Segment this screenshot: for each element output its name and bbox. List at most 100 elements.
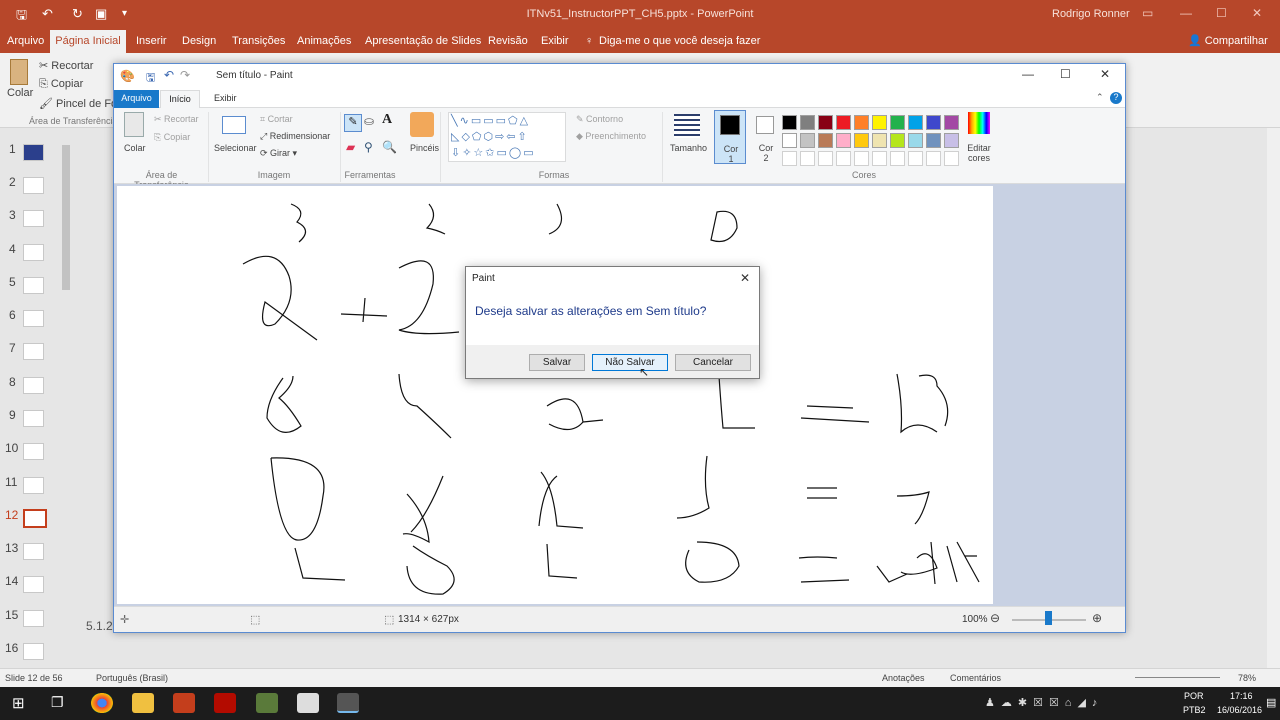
collapse-ribbon-icon[interactable]: ⌃ bbox=[1096, 92, 1104, 103]
notes-button[interactable]: Anotações bbox=[882, 673, 925, 683]
paste-icon[interactable] bbox=[124, 112, 144, 137]
copy-button[interactable]: ⎘ Copiar bbox=[154, 132, 190, 143]
close-icon[interactable]: ✕ bbox=[1252, 6, 1262, 20]
tab-transicoes[interactable]: Transições bbox=[232, 35, 285, 47]
empty-custom-color-swatch[interactable] bbox=[782, 151, 797, 166]
color-swatch[interactable] bbox=[854, 133, 869, 148]
editor-scrollbar[interactable] bbox=[1267, 128, 1280, 668]
slide-thumbnail[interactable] bbox=[23, 144, 44, 161]
slide-thumbnail[interactable] bbox=[23, 277, 44, 294]
zoom-slider-thumb[interactable] bbox=[1045, 611, 1052, 625]
color-swatch[interactable] bbox=[782, 133, 797, 148]
slide-thumbnail[interactable] bbox=[23, 576, 44, 593]
brush-icon[interactable] bbox=[410, 112, 434, 137]
paste-label[interactable]: Colar bbox=[7, 87, 33, 99]
color-swatch[interactable] bbox=[908, 115, 923, 130]
slide-thumbnail[interactable] bbox=[23, 610, 44, 627]
empty-custom-color-swatch[interactable] bbox=[854, 151, 869, 166]
paste-label[interactable]: Colar bbox=[124, 143, 146, 153]
color-swatch[interactable] bbox=[908, 133, 923, 148]
color-swatch[interactable] bbox=[836, 133, 851, 148]
maximize-icon[interactable]: ☐ bbox=[1216, 6, 1227, 20]
select-label[interactable]: Selecionar bbox=[214, 143, 257, 153]
color-swatch[interactable] bbox=[926, 115, 941, 130]
slide-thumbnail[interactable] bbox=[23, 310, 44, 327]
zoom-slider[interactable] bbox=[1135, 677, 1220, 678]
outline-button[interactable]: ✎ Contorno bbox=[576, 114, 623, 125]
copy-button[interactable]: ⎘ Copiar bbox=[39, 78, 83, 91]
color-swatch[interactable] bbox=[818, 133, 833, 148]
cut-button[interactable]: ✂ Recortar bbox=[154, 114, 199, 125]
color-swatch[interactable] bbox=[782, 115, 797, 130]
tab-exibir[interactable]: Exibir bbox=[214, 93, 237, 103]
slide-thumbnail-active[interactable] bbox=[23, 509, 47, 528]
save-icon[interactable]: 🖫 bbox=[146, 69, 155, 88]
input-layout[interactable]: PTB2 bbox=[1183, 705, 1206, 715]
empty-custom-color-swatch[interactable] bbox=[890, 151, 905, 166]
minimize-icon[interactable]: — bbox=[1022, 67, 1034, 81]
tab-inserir[interactable]: Inserir bbox=[136, 35, 167, 47]
color-swatch[interactable] bbox=[890, 133, 905, 148]
text-icon[interactable]: A bbox=[382, 112, 392, 128]
task-view-icon[interactable]: ❐ bbox=[51, 694, 64, 711]
color-swatch[interactable] bbox=[944, 133, 959, 148]
tab-inicio[interactable]: Início bbox=[160, 90, 200, 109]
tab-pagina-inicial[interactable]: Página Inicial bbox=[50, 30, 126, 54]
maximize-icon[interactable]: ☐ bbox=[1060, 67, 1071, 81]
empty-custom-color-swatch[interactable] bbox=[926, 151, 941, 166]
brushes-label[interactable]: Pincéis bbox=[410, 143, 439, 153]
cancel-button[interactable]: Cancelar bbox=[675, 354, 751, 371]
file-explorer-icon[interactable] bbox=[132, 693, 154, 713]
tray-icons[interactable]: ♟☁✱☒☒⌂◢♪ bbox=[985, 696, 1103, 709]
tab-animacoes[interactable]: Animações bbox=[297, 35, 351, 47]
input-language[interactable]: POR bbox=[1184, 691, 1204, 701]
size-icon[interactable] bbox=[674, 114, 700, 138]
empty-custom-color-swatch[interactable] bbox=[944, 151, 959, 166]
zoom-in-icon[interactable]: ⊕ bbox=[1092, 611, 1102, 625]
cut-button[interactable]: ✂ Recortar bbox=[39, 59, 93, 72]
clock-date[interactable]: 16/06/2016 bbox=[1217, 705, 1262, 715]
paint-taskbar-icon[interactable] bbox=[337, 693, 359, 713]
color-swatch[interactable] bbox=[872, 115, 887, 130]
tell-me-box[interactable]: Diga-me o que você deseja fazer bbox=[599, 35, 760, 47]
ribbon-display-icon[interactable]: ▭ bbox=[1142, 6, 1153, 20]
powerpoint-icon[interactable] bbox=[173, 693, 195, 713]
save-button[interactable]: Salvar bbox=[529, 354, 585, 371]
minimize-icon[interactable]: — bbox=[1180, 6, 1192, 20]
color1-button[interactable]: Cor 1 bbox=[714, 110, 746, 164]
tab-exibir[interactable]: Exibir bbox=[541, 35, 569, 47]
user-name[interactable]: Rodrigo Ronner bbox=[1052, 8, 1130, 20]
color2-button[interactable]: Cor 2 bbox=[752, 110, 780, 164]
empty-custom-color-swatch[interactable] bbox=[908, 151, 923, 166]
tab-apresentacao[interactable]: Apresentação de Slides bbox=[365, 35, 481, 47]
color-swatch[interactable] bbox=[818, 115, 833, 130]
fill-button[interactable]: ◆ Preenchimento bbox=[576, 131, 646, 142]
zoom-out-icon[interactable]: ⊖ bbox=[990, 611, 1000, 625]
color-swatch[interactable] bbox=[854, 115, 869, 130]
slide-thumbnail[interactable] bbox=[23, 410, 44, 427]
color-swatch[interactable] bbox=[800, 133, 815, 148]
fill-icon[interactable]: ⛀ bbox=[364, 114, 374, 128]
language-status[interactable]: Português (Brasil) bbox=[96, 673, 168, 683]
undo-icon[interactable]: ↶ bbox=[164, 68, 174, 82]
eraser-icon[interactable]: ▰ bbox=[346, 140, 355, 154]
redo-icon[interactable]: ↷ bbox=[180, 68, 190, 82]
select-icon[interactable] bbox=[222, 116, 246, 134]
slides-scrollbar[interactable] bbox=[62, 145, 70, 290]
tab-revisao[interactable]: Revisão bbox=[488, 35, 528, 47]
slide-thumbnail[interactable] bbox=[23, 343, 44, 360]
slide-thumbnail[interactable] bbox=[23, 543, 44, 560]
color-swatch[interactable] bbox=[890, 115, 905, 130]
chrome-icon[interactable] bbox=[91, 693, 113, 713]
slide-thumbnail[interactable] bbox=[23, 177, 44, 194]
clock-time[interactable]: 17:16 bbox=[1230, 691, 1253, 701]
notifications-icon[interactable]: ▤ bbox=[1266, 696, 1276, 709]
windows-start-icon[interactable]: ⊞ bbox=[12, 694, 25, 712]
comments-button[interactable]: Comentários bbox=[950, 673, 1001, 683]
tab-arquivo[interactable]: Arquivo bbox=[7, 35, 44, 47]
drawing-canvas[interactable] bbox=[117, 186, 993, 604]
color-swatch[interactable] bbox=[800, 115, 815, 130]
zoom-level[interactable]: 78% bbox=[1238, 673, 1256, 683]
dialog-close-icon[interactable]: ✕ bbox=[740, 271, 750, 285]
empty-custom-color-swatch[interactable] bbox=[872, 151, 887, 166]
